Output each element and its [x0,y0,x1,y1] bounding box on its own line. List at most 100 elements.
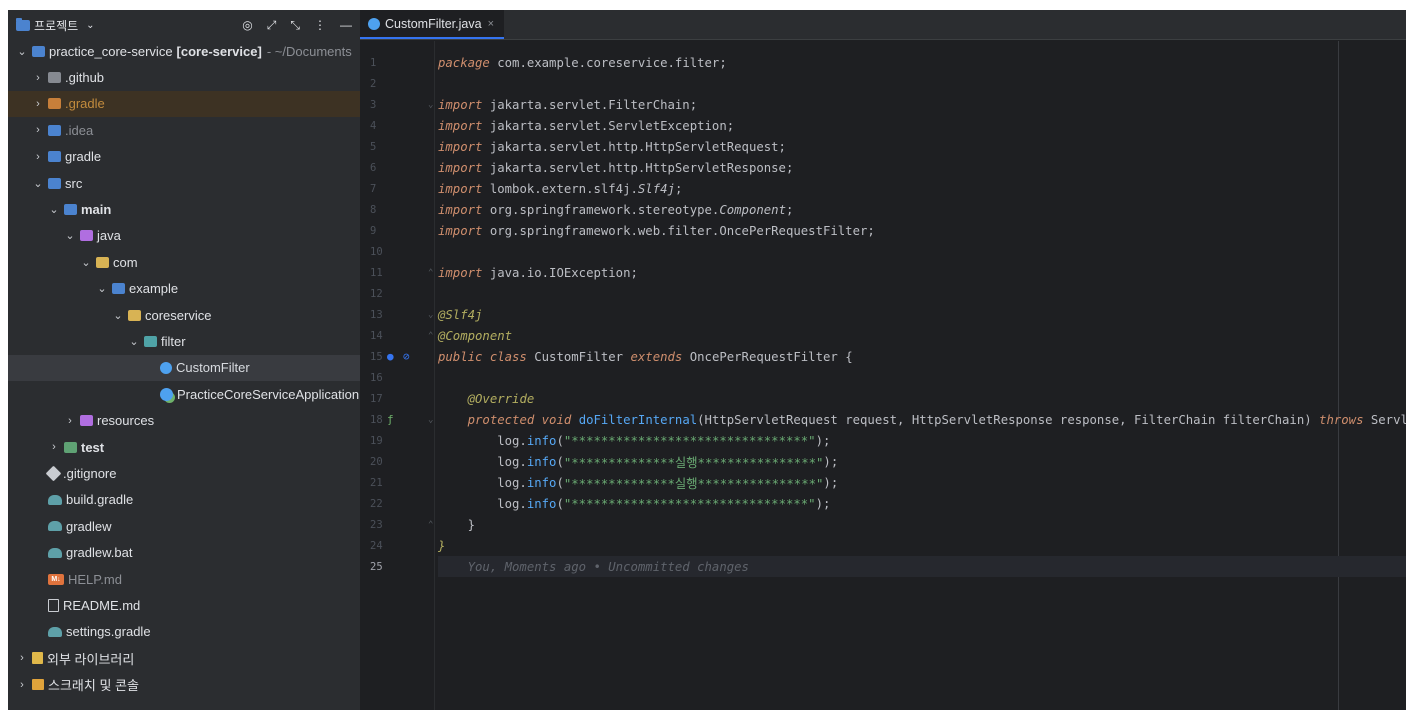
line-number[interactable]: 19 [360,430,434,451]
line-number[interactable]: 1 [360,52,434,73]
implemented-marker-icon[interactable]: ⊘ [403,350,410,363]
code-line[interactable]: log. info("******************************… [438,493,1406,514]
tree-item[interactable]: ›gradlew.bat [8,539,360,565]
line-number[interactable]: 16 [360,367,434,388]
code-line[interactable]: import jakarta.servlet.ServletException; [438,115,1406,136]
chevron-right-icon[interactable]: › [32,124,44,136]
tree-item[interactable]: › 외부 라이브러리 [8,645,360,671]
tree-item[interactable]: ›CustomFilter [8,354,360,382]
chevron-down-icon[interactable]: ⌄ [80,256,92,269]
code-line[interactable]: import java.io.IOException; [438,262,1406,283]
code-line[interactable]: log. info("******************************… [438,430,1406,451]
close-icon[interactable]: × [488,18,494,30]
line-number[interactable]: 7 [360,178,434,199]
code-line[interactable]: import jakarta.servlet.http.HttpServletR… [438,136,1406,157]
line-number[interactable]: 14 ⌃ [360,325,434,346]
line-number[interactable]: 11 ⌃ [360,262,434,283]
code-line[interactable]: import org.springframework.stereotype. Co… [438,199,1406,220]
chevron-right-icon[interactable]: › [16,652,28,664]
chevron-down-icon[interactable]: ⌄ [48,203,60,216]
code-line[interactable]: import jakarta.servlet.FilterChain; [438,94,1406,115]
tree-item[interactable]: ›.gitignore [8,460,360,486]
line-number[interactable]: 2 [360,73,434,94]
line-number[interactable]: 13 ⌄ [360,304,434,325]
tree-item[interactable]: ⌄ java [8,223,360,249]
code-line[interactable]: log. info("**************실행**************… [438,472,1406,493]
target-icon[interactable]: ◎ [242,19,252,31]
tree-item[interactable]: ⌄ src [8,170,360,196]
tree-item[interactable]: ›gradlew [8,513,360,539]
tab-customfilter[interactable]: CustomFilter.java × [360,10,504,39]
expand-icon[interactable]: ⤢ [267,19,277,31]
chevron-down-icon[interactable]: ⌄ [86,20,94,31]
tree-item[interactable]: ⌄ filter [8,328,360,354]
line-number[interactable]: 4 [360,115,434,136]
code-line[interactable]: } [438,514,1406,535]
line-number[interactable]: 6 [360,157,434,178]
line-number[interactable]: 5 [360,136,434,157]
tree-item[interactable]: › test [8,434,360,460]
tree-item[interactable]: ›settings.gradle [8,619,360,645]
code-line[interactable]: import lombok.extern.slf4j. Slf4j; [438,178,1406,199]
tree-item[interactable]: ⌄ coreservice [8,302,360,328]
code-line[interactable] [438,367,1406,388]
project-panel-title[interactable]: 프로젝트 [34,17,78,34]
tree-item[interactable]: › .idea [8,117,360,143]
line-number[interactable]: 24 [360,535,434,556]
chevron-right-icon[interactable]: › [64,415,76,427]
hide-icon[interactable]: — [340,19,352,31]
tree-item[interactable]: ›M↓HELP.md [8,566,360,592]
chevron-right-icon[interactable]: › [32,72,44,84]
line-number[interactable]: 18 ƒ ⌄ [360,409,434,430]
fold-marker-icon[interactable]: ⌄ [428,310,433,320]
code-line[interactable]: log. info("**************실행**************… [438,451,1406,472]
chevron-right-icon[interactable]: › [32,151,44,163]
code-line[interactable]: import org.springframework.web.filter.On… [438,220,1406,241]
fold-marker-icon[interactable]: ⌃ [428,520,433,530]
tree-item[interactable]: ⌄ com [8,249,360,275]
chevron-down-icon[interactable]: ⌄ [64,229,76,242]
line-number[interactable]: 10 [360,241,434,262]
tree-item[interactable]: ⌄ practice_core-service [core-service] - ~/… [8,38,360,64]
line-number[interactable]: 25 [360,556,434,577]
code-line[interactable] [438,73,1406,94]
code-line[interactable]: @Component [438,325,1406,346]
tree-item[interactable]: ⌄ main [8,196,360,222]
chevron-down-icon[interactable]: ⌄ [96,282,108,295]
code-area[interactable]: package com.example.coreservice.filter; … [438,52,1406,577]
chevron-right-icon[interactable]: › [48,441,60,453]
tree-item[interactable]: › gradle [8,144,360,170]
line-number[interactable]: 23 ⌃ [360,514,434,535]
chevron-right-icon[interactable]: › [16,679,28,691]
fold-marker-icon[interactable]: ⌃ [428,331,433,341]
chevron-down-icon[interactable]: ⌄ [112,309,124,322]
code-line[interactable]: protected void doFilterInternal (HttpServ… [438,409,1406,430]
code-line[interactable] [438,283,1406,304]
tree-item[interactable]: › 스크래치 및 콘솔 [8,671,360,697]
current-line[interactable]: You, Moments ago • Uncommitted changes [438,556,1406,577]
chevron-right-icon[interactable]: › [32,98,44,110]
code-line[interactable]: @Slf4j [438,304,1406,325]
line-number[interactable]: 8 [360,199,434,220]
tree-item[interactable]: ⌄ example [8,276,360,302]
line-number[interactable]: 9 [360,220,434,241]
line-number[interactable]: 3 ⌄ [360,94,434,115]
code-line[interactable]: @Override [438,388,1406,409]
code-line[interactable]: package com.example.coreservice.filter; [438,52,1406,73]
tree-item[interactable]: ›build.gradle [8,487,360,513]
code-line[interactable]: import jakarta.servlet.http.HttpServletR… [438,157,1406,178]
chevron-down-icon[interactable]: ⌄ [16,45,28,58]
line-number[interactable]: 12 [360,283,434,304]
line-number[interactable]: 15 ● ⊘ [360,346,434,367]
tree-item[interactable]: ›PracticeCoreServiceApplication [8,381,360,407]
line-number[interactable]: 22 [360,493,434,514]
code-line[interactable] [438,241,1406,262]
chevron-down-icon[interactable]: ⌄ [32,177,44,190]
more-icon[interactable]: ⋮ [314,19,326,31]
line-number[interactable]: 21 [360,472,434,493]
tree-item[interactable]: › .gradle [8,90,360,118]
chevron-down-icon[interactable]: ⌄ [128,335,140,348]
tree-item[interactable]: › resources [8,407,360,433]
bean-marker-icon[interactable]: ● [387,350,394,363]
line-number[interactable]: 17 [360,388,434,409]
